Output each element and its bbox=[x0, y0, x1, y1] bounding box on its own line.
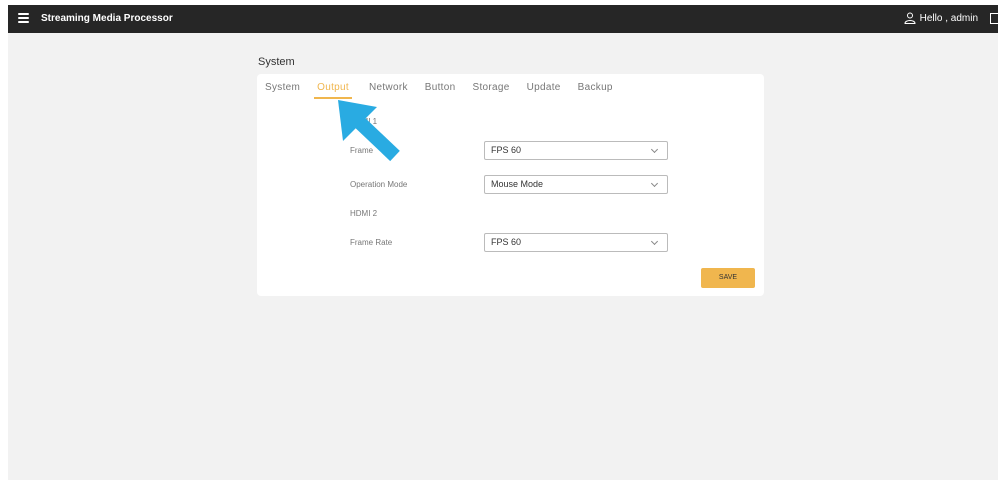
frame-rate-1-value: FPS 60 bbox=[491, 145, 522, 155]
operation-mode-label: Operation Mode bbox=[350, 180, 408, 189]
tab-system[interactable]: System bbox=[265, 82, 300, 99]
annotation-arrow-icon bbox=[338, 100, 400, 162]
user-greeting: Hello , admin bbox=[919, 12, 978, 24]
save-button[interactable]: SAVE bbox=[701, 268, 755, 288]
hamburger-menu-icon[interactable] bbox=[18, 13, 29, 24]
tab-button[interactable]: Button bbox=[425, 82, 456, 99]
tab-output[interactable]: Output bbox=[314, 82, 352, 99]
tab-storage[interactable]: Storage bbox=[472, 82, 509, 99]
tab-update[interactable]: Update bbox=[527, 82, 561, 99]
page-title: System bbox=[258, 56, 295, 68]
settings-tabs: System Output Network Button Storage Upd… bbox=[265, 82, 630, 99]
chevron-down-icon bbox=[650, 179, 659, 188]
frame-rate-2-value: FPS 60 bbox=[491, 237, 522, 247]
chevron-down-icon bbox=[650, 145, 659, 154]
tab-network[interactable]: Network bbox=[369, 82, 408, 99]
app-frame: Streaming Media Processor Hello , admin … bbox=[8, 5, 998, 480]
chevron-down-icon bbox=[650, 237, 659, 246]
tab-backup[interactable]: Backup bbox=[578, 82, 613, 99]
operation-mode-select[interactable]: Mouse Mode bbox=[484, 175, 668, 194]
user-icon bbox=[904, 12, 916, 24]
frame-rate-2-select[interactable]: FPS 60 bbox=[484, 233, 668, 252]
operation-mode-value: Mouse Mode bbox=[491, 179, 544, 189]
app-title: Streaming Media Processor bbox=[41, 13, 173, 24]
user-menu[interactable]: Hello , admin bbox=[904, 12, 978, 24]
frame-rate-2-label: Frame Rate bbox=[350, 238, 393, 247]
hdmi2-label: HDMI 2 bbox=[350, 209, 378, 218]
frame-rate-1-select[interactable]: FPS 60 bbox=[484, 141, 668, 160]
logout-icon[interactable] bbox=[990, 13, 998, 24]
top-bar: Streaming Media Processor Hello , admin bbox=[8, 5, 998, 33]
